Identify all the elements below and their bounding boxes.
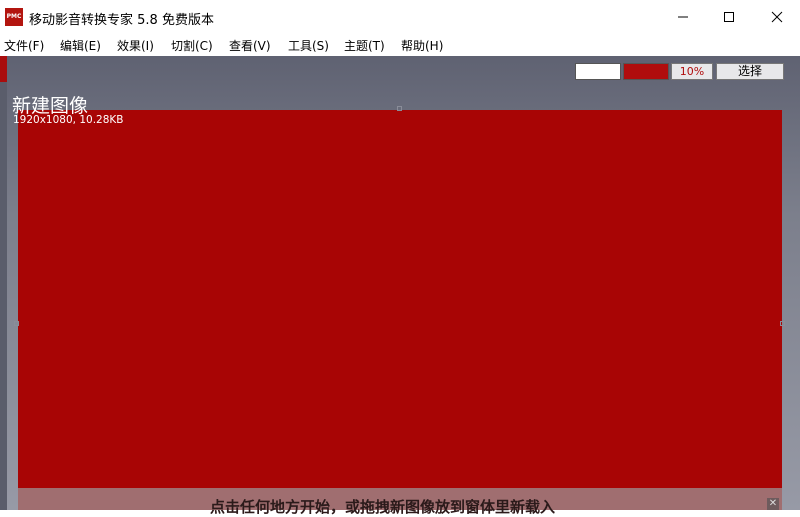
background-color-swatch[interactable] (575, 63, 621, 80)
hint-text: 点击任何地方开始，或拖拽新图像放到窗体里新载入 (210, 498, 556, 516)
app-logo-icon: PMC (5, 8, 23, 26)
minimize-button[interactable] (660, 0, 706, 34)
window-title: 移动影音转换专家 5.8 免费版本 (29, 13, 214, 28)
canvas-info: 1920x1080, 10.28KB (13, 114, 124, 126)
menu-tools[interactable]: 工具(S) (288, 37, 329, 54)
menu-view[interactable]: 查看(V) (229, 37, 271, 54)
maximize-button[interactable] (706, 0, 752, 34)
select-button[interactable]: 选择 (716, 63, 784, 80)
minimize-icon (678, 16, 688, 18)
maximize-icon (724, 12, 734, 22)
resize-handle-right[interactable] (780, 321, 785, 326)
resize-handle-top[interactable] (397, 106, 402, 111)
menu-effects[interactable]: 效果(I) (117, 37, 154, 54)
menu-edit[interactable]: 编辑(E) (60, 37, 101, 54)
menu-help[interactable]: 帮助(H) (401, 37, 443, 54)
title-bar: PMC 移动影音转换专家 5.8 免费版本 (0, 0, 800, 34)
zoom-level[interactable]: 10% (671, 63, 713, 80)
close-button[interactable] (754, 0, 800, 34)
foreground-color-swatch[interactable] (623, 63, 669, 80)
left-panel-accent (0, 56, 7, 82)
close-icon (771, 11, 783, 23)
image-canvas[interactable] (18, 110, 782, 510)
menu-cut[interactable]: 切割(C) (171, 37, 213, 54)
resize-handle-left[interactable] (14, 321, 19, 326)
left-panel[interactable] (0, 82, 7, 510)
menu-bar: 文件(F) 编辑(E) 效果(I) 切割(C) 查看(V) 工具(S) 主题(T… (0, 34, 800, 56)
menu-theme[interactable]: 主题(T) (344, 37, 385, 54)
hint-close-icon[interactable]: ✕ (767, 498, 779, 510)
menu-file[interactable]: 文件(F) (4, 37, 44, 54)
